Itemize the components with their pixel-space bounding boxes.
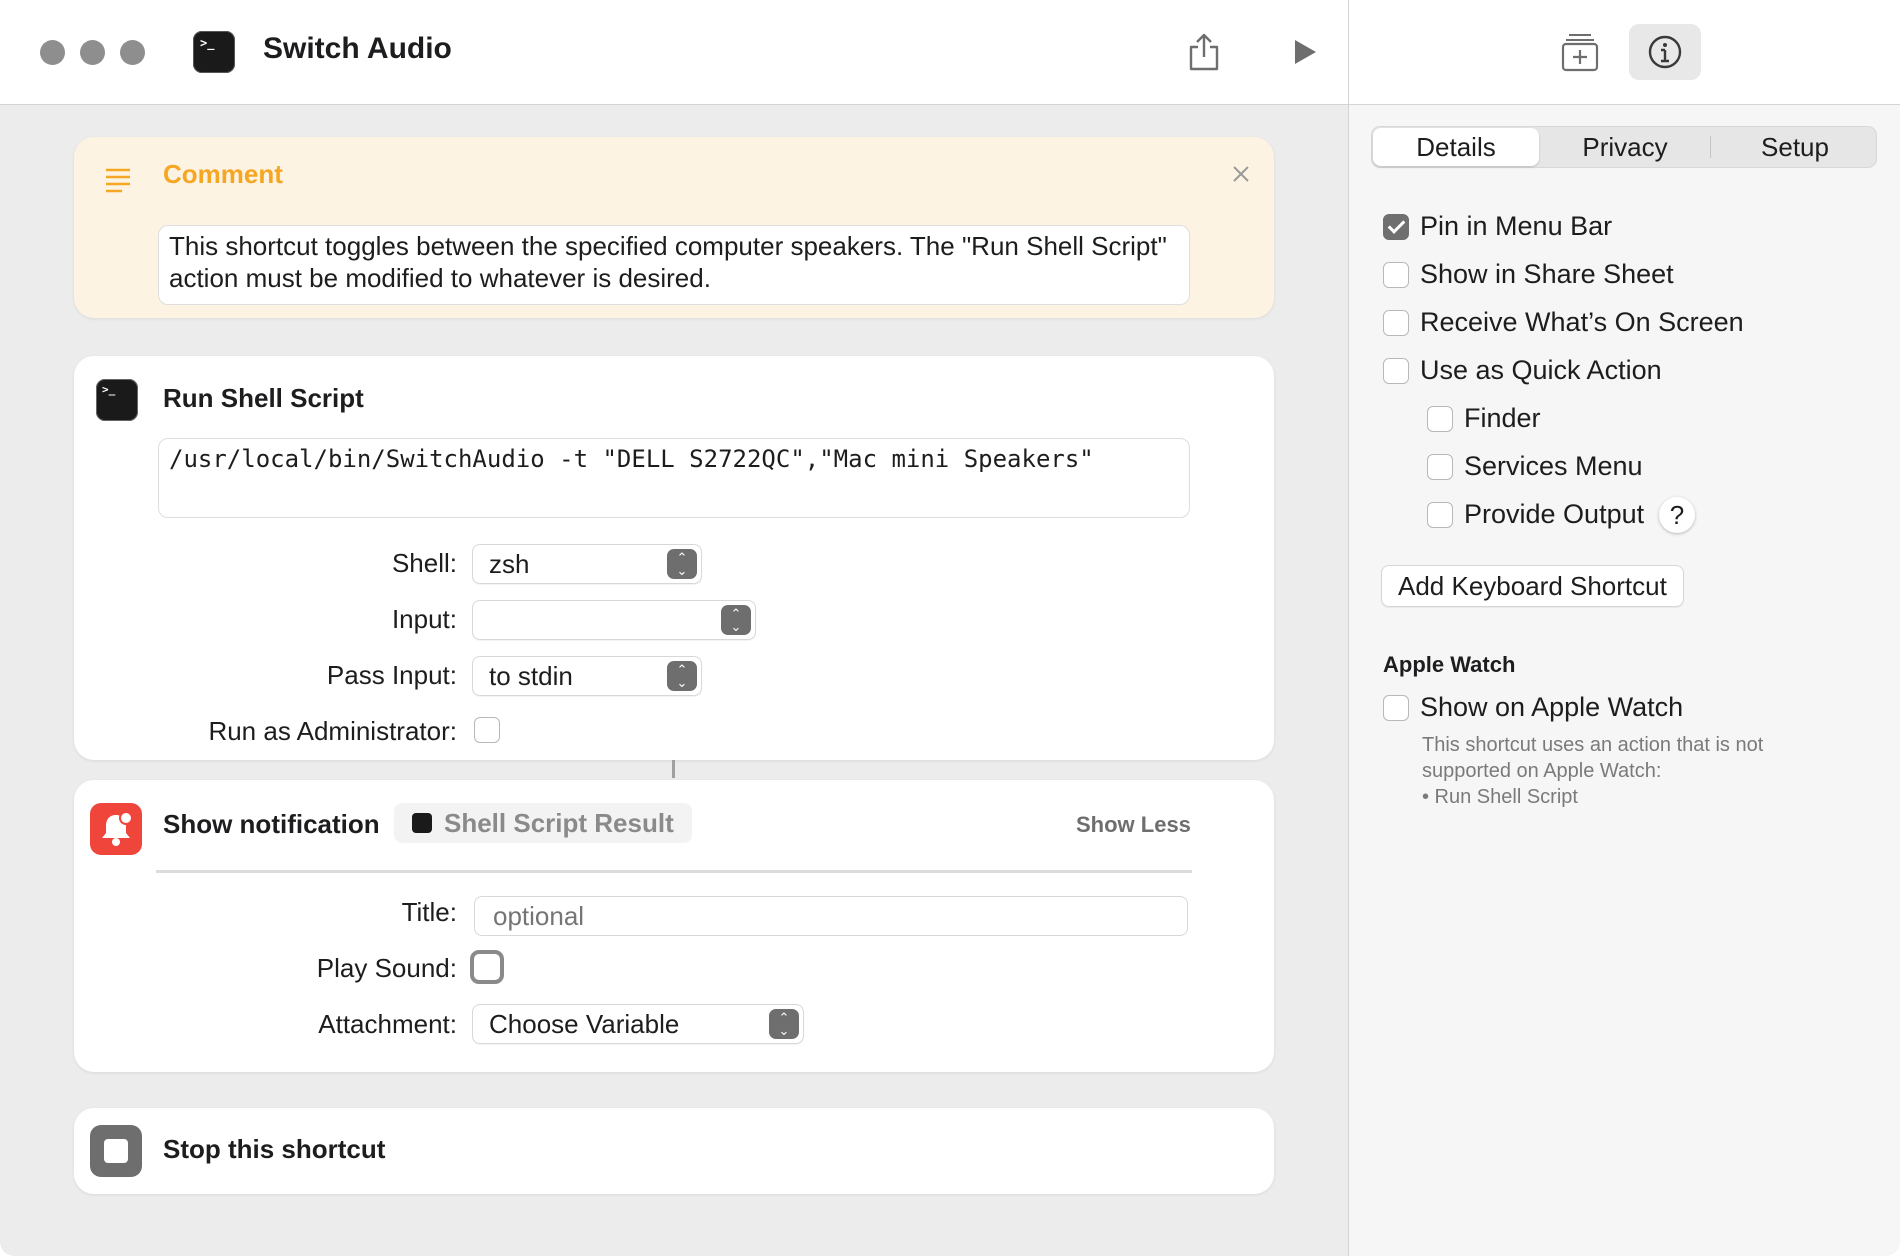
shell-script-result-token[interactable]: Shell Script Result	[394, 803, 692, 843]
terminal-icon[interactable]: >_	[193, 31, 235, 73]
shortcuts-window: >_ Switch Audio Comment This shortcut to…	[0, 0, 1900, 1256]
admin-label: Run as Administrator:	[208, 716, 457, 746]
attachment-popup[interactable]: Choose Variable ⌃ ⌄	[472, 1004, 804, 1044]
shell-value: zsh	[489, 549, 530, 579]
tab-divider	[1710, 136, 1711, 158]
close-window-button[interactable]	[40, 40, 65, 65]
on-screen-checkbox[interactable]	[1383, 310, 1409, 336]
show-less-button[interactable]: Show Less	[1076, 812, 1191, 838]
provide-output-checkbox[interactable]	[1427, 502, 1453, 528]
attachment-value: Choose Variable	[489, 1009, 680, 1039]
pass-input-label: Pass Input:	[326, 660, 457, 690]
stop-icon	[90, 1125, 142, 1177]
show-on-watch-label: Show on Apple Watch	[1420, 692, 1684, 722]
stop-title: Stop this shortcut	[163, 1134, 386, 1164]
finder-label: Finder	[1464, 403, 1541, 433]
shell-popup[interactable]: zsh ⌃ ⌄	[472, 544, 702, 584]
title-field[interactable]	[474, 896, 1188, 936]
action-library-icon	[1561, 34, 1599, 72]
share-sheet-label: Show in Share Sheet	[1420, 259, 1674, 289]
divider	[156, 870, 1192, 873]
pass-input-value: to stdin	[489, 661, 573, 691]
info-icon	[1648, 35, 1682, 69]
stop-shortcut-action[interactable]: Stop this shortcut	[74, 1108, 1274, 1194]
workflow-editor: Comment This shortcut toggles between th…	[0, 105, 1348, 1256]
watch-note-line-1: This shortcut uses an action that is not	[1422, 734, 1764, 756]
run-as-admin-checkbox[interactable]	[474, 717, 500, 743]
run-shell-title: Run Shell Script	[163, 383, 364, 413]
show-notification-action[interactable]: Show notification Shell Script Result Sh…	[74, 780, 1274, 1072]
run-button[interactable]	[1280, 28, 1328, 76]
services-menu-label: Services Menu	[1464, 451, 1643, 481]
help-button[interactable]: ?	[1659, 497, 1695, 533]
run-shell-script-action[interactable]: >_ Run Shell Script /usr/local/bin/Switc…	[74, 356, 1274, 760]
pin-menu-bar-label: Pin in Menu Bar	[1420, 211, 1613, 241]
action-library-button[interactable]	[1557, 30, 1603, 76]
window-title: Switch Audio	[263, 32, 452, 65]
quick-action-label: Use as Quick Action	[1420, 355, 1662, 385]
sidebar-toolbar	[1349, 0, 1900, 105]
pin-menu-bar-checkbox[interactable]	[1383, 214, 1409, 240]
token-label: Shell Script Result	[444, 808, 674, 838]
watch-note-line-3: • Run Shell Script	[1422, 786, 1578, 808]
finder-checkbox[interactable]	[1427, 406, 1453, 432]
minimize-window-button[interactable]	[80, 40, 105, 65]
add-keyboard-shortcut-button[interactable]: Add Keyboard Shortcut	[1381, 565, 1684, 607]
tab-setup[interactable]: Setup	[1712, 127, 1878, 167]
comment-lines-icon	[106, 168, 130, 193]
script-editor[interactable]: /usr/local/bin/SwitchAudio -t "DELL S272…	[158, 438, 1190, 518]
watch-note-line-2: supported on Apple Watch:	[1422, 760, 1662, 782]
comment-title: Comment	[163, 159, 283, 189]
apple-watch-heading: Apple Watch	[1383, 652, 1516, 677]
tab-privacy[interactable]: Privacy	[1542, 127, 1708, 167]
info-button[interactable]	[1629, 24, 1701, 80]
chevron-updown-icon: ⌃ ⌄	[721, 605, 751, 635]
close-comment-button[interactable]	[1226, 159, 1256, 189]
quick-action-checkbox[interactable]	[1383, 358, 1409, 384]
comment-text[interactable]: This shortcut toggles between the specif…	[158, 225, 1190, 305]
shell-label: Shell:	[391, 548, 457, 578]
services-menu-checkbox[interactable]	[1427, 454, 1453, 480]
on-screen-label: Receive What’s On Screen	[1420, 307, 1744, 337]
terminal-icon: >_	[96, 379, 138, 421]
sidebar-tabs: Details Privacy Setup	[1371, 126, 1877, 168]
chevron-updown-icon: ⌃ ⌄	[769, 1009, 799, 1039]
show-on-watch-checkbox[interactable]	[1383, 695, 1409, 721]
chevron-updown-icon: ⌃ ⌄	[667, 549, 697, 579]
toolbar: >_ Switch Audio	[0, 0, 1348, 105]
notification-title: Show notification	[163, 809, 380, 839]
tab-details[interactable]: Details	[1373, 128, 1539, 166]
provide-output-label: Provide Output	[1464, 499, 1645, 529]
title-label: Title:	[401, 897, 457, 927]
share-icon	[1189, 33, 1219, 71]
details-sidebar: Details Privacy Setup Pin in Menu Bar Sh…	[1348, 0, 1900, 1256]
share-sheet-checkbox[interactable]	[1383, 262, 1409, 288]
play-sound-checkbox[interactable]	[470, 950, 504, 984]
chevron-updown-icon: ⌃ ⌄	[667, 661, 697, 691]
pass-input-popup[interactable]: to stdin ⌃ ⌄	[472, 656, 702, 696]
share-button[interactable]	[1180, 28, 1228, 76]
input-label: Input:	[391, 604, 457, 634]
zoom-window-button[interactable]	[120, 40, 145, 65]
play-sound-label: Play Sound:	[316, 953, 457, 983]
attachment-label: Attachment:	[318, 1009, 457, 1039]
terminal-icon	[412, 813, 432, 833]
close-icon	[1233, 166, 1249, 182]
action-connector	[672, 760, 675, 778]
input-popup[interactable]: ⌃ ⌄	[472, 600, 756, 640]
comment-action[interactable]: Comment This shortcut toggles between th…	[74, 137, 1274, 318]
play-icon	[1295, 40, 1316, 64]
bell-icon	[90, 803, 142, 855]
watch-note: This shortcut uses an action that is not…	[1422, 732, 1763, 810]
